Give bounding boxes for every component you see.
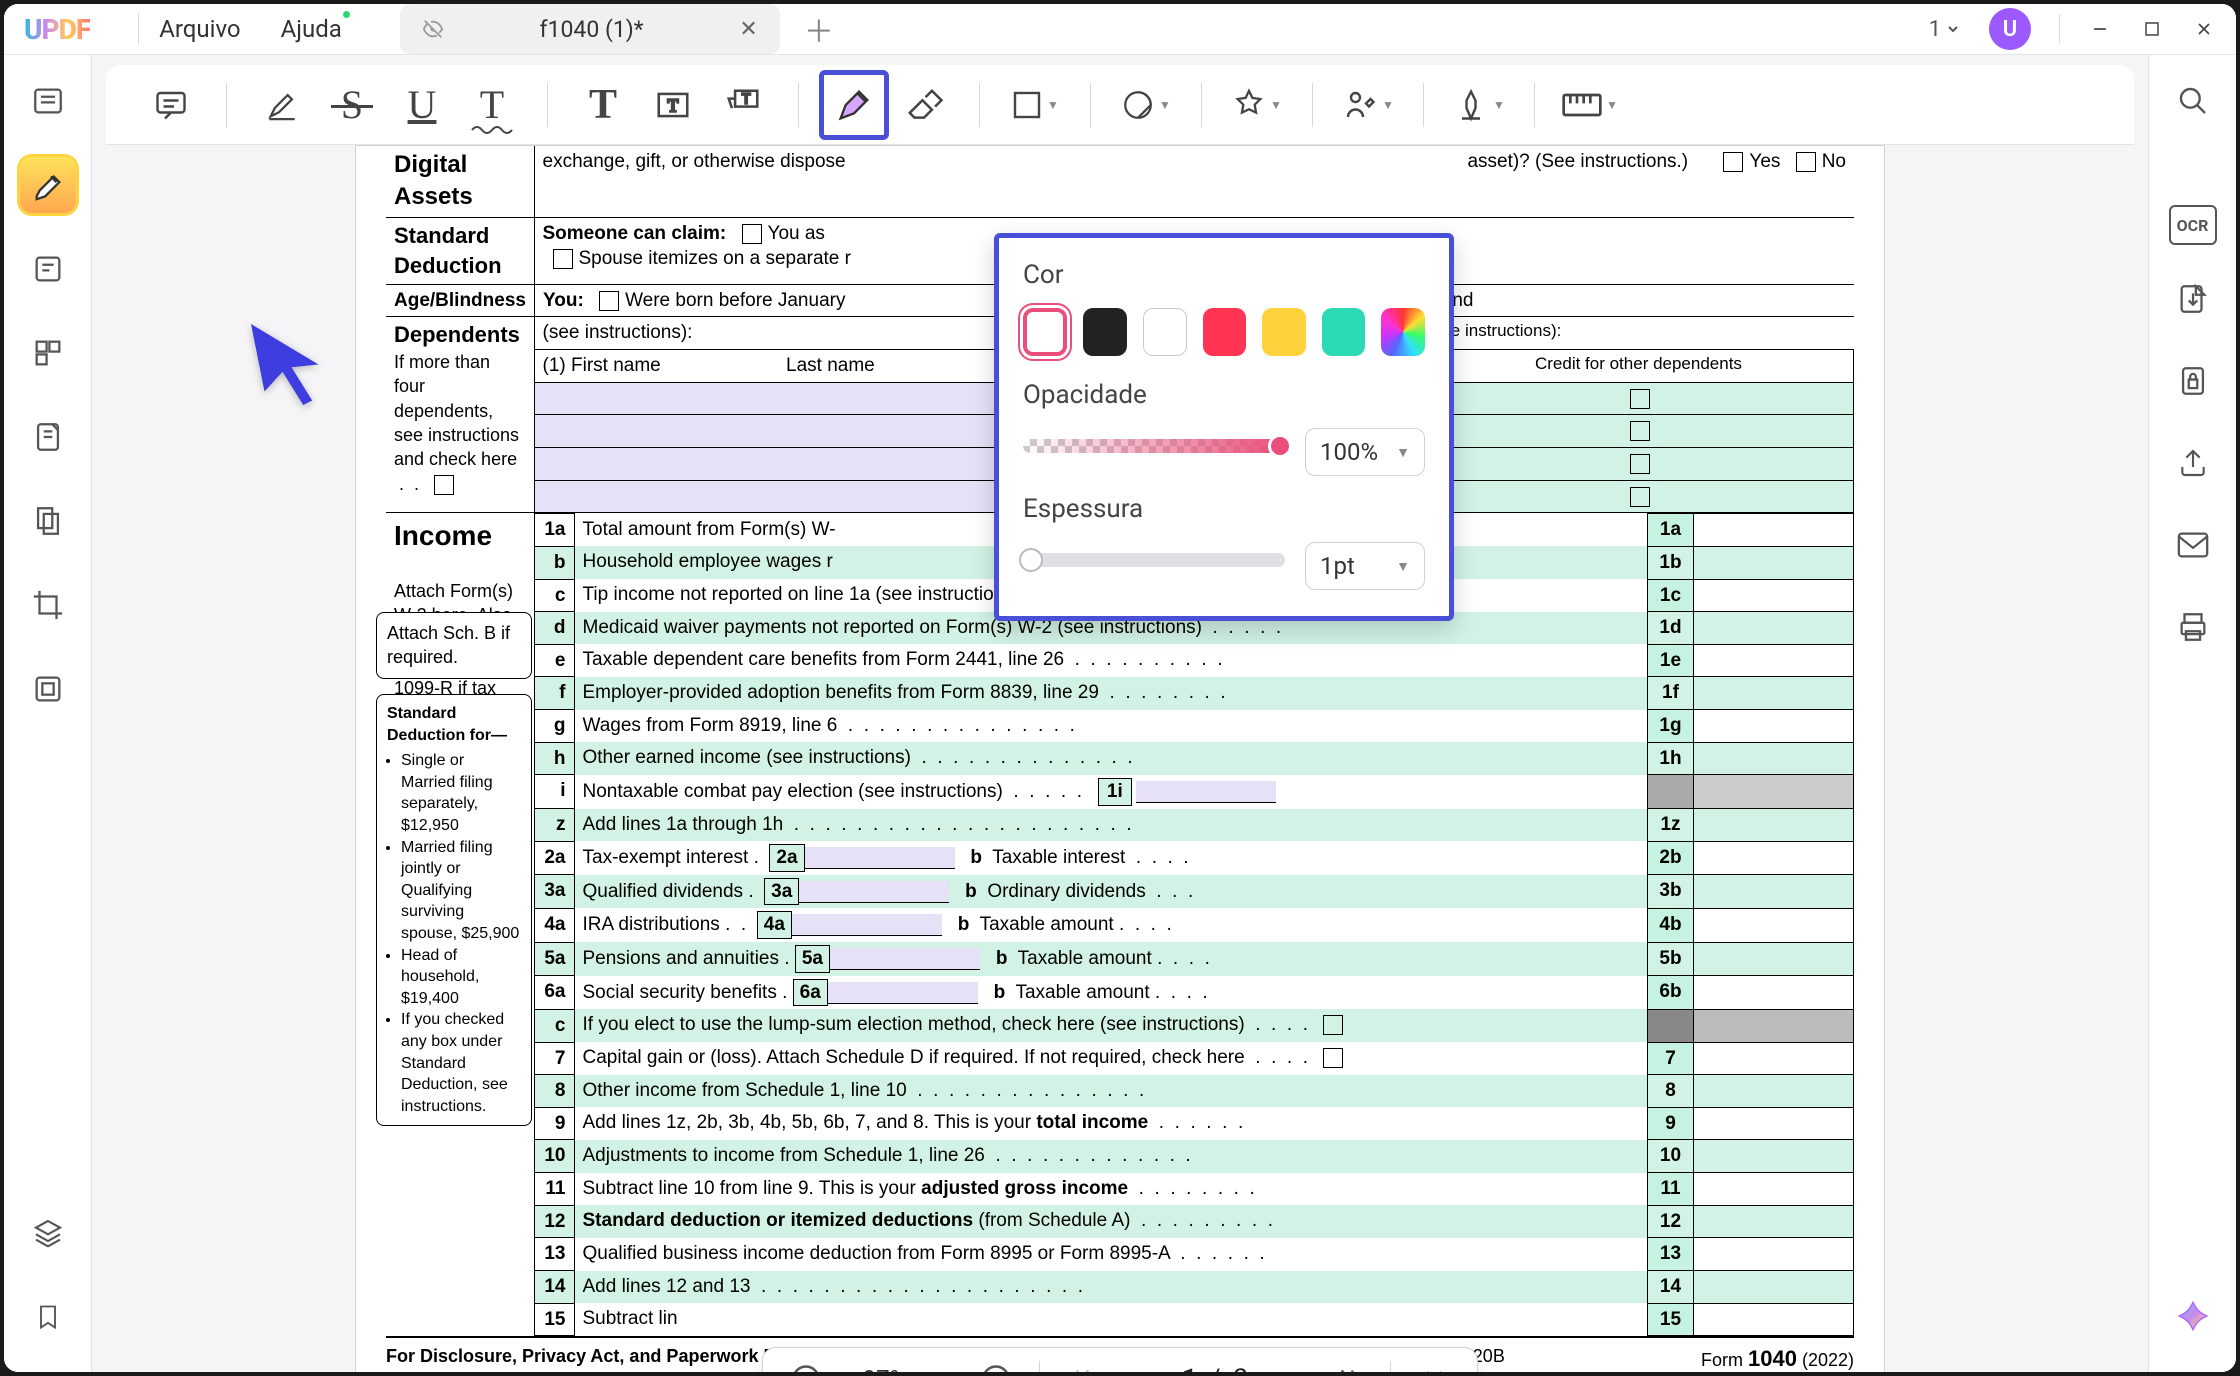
thickness-combo[interactable]: 1pt▼ bbox=[1305, 542, 1425, 590]
document-tab[interactable]: f1040 (1)* ✕ bbox=[400, 4, 780, 54]
menu-arquivo[interactable]: Arquivo bbox=[159, 15, 240, 43]
opacity-slider[interactable] bbox=[1023, 439, 1285, 453]
ai-icon[interactable] bbox=[2165, 1291, 2221, 1347]
organize-mode-icon[interactable] bbox=[20, 325, 76, 381]
highlight-tool[interactable] bbox=[247, 70, 317, 140]
bookmark-icon[interactable] bbox=[20, 1289, 76, 1345]
no-checkbox[interactable] bbox=[1796, 152, 1816, 172]
std-deduction-note: Standard Deduction for— Single or Marrie… bbox=[376, 694, 532, 1126]
title-bar: UPDF Arquivo Ajuda f1040 (1)* ✕ ＋ 1 U bbox=[4, 4, 2236, 55]
zoom-value: 97% bbox=[845, 1365, 925, 1372]
email-icon[interactable] bbox=[2165, 517, 2221, 573]
window-maximize[interactable] bbox=[2140, 17, 2164, 41]
color-swatch-white[interactable] bbox=[1143, 308, 1187, 356]
color-swatch-yellow[interactable] bbox=[1262, 308, 1306, 356]
last-page-button[interactable] bbox=[1326, 1358, 1368, 1372]
annotation-toolbar: S U T T T T ▼ ▼ ▼ ▼ ▼ bbox=[106, 65, 2134, 145]
app-logo: UPDF bbox=[24, 13, 90, 46]
color-label: Cor bbox=[1023, 260, 1425, 290]
rectangle-tool[interactable]: ▼ bbox=[1000, 70, 1070, 140]
eye-off-icon bbox=[422, 18, 444, 40]
ruler-tool[interactable]: ▼ bbox=[1555, 70, 1625, 140]
pencil-style-popover: Cor Opacidade 100%▼ Espess bbox=[994, 233, 1454, 621]
forms-mode-icon[interactable] bbox=[20, 409, 76, 465]
window-close[interactable] bbox=[2192, 17, 2216, 41]
zoom-bar: 97% 1 / 2 bbox=[762, 1347, 1478, 1372]
menu-ajuda[interactable]: Ajuda bbox=[281, 15, 342, 43]
text-tool[interactable]: T bbox=[568, 70, 638, 140]
share-icon[interactable] bbox=[2165, 435, 2221, 491]
left-rail bbox=[4, 55, 92, 1372]
stamp-tool[interactable]: ▼ bbox=[1222, 70, 1292, 140]
current-page: 1 bbox=[1182, 1364, 1197, 1372]
opacity-label: Opacidade bbox=[1023, 380, 1425, 410]
textbox-tool[interactable]: T bbox=[638, 70, 708, 140]
sticker-tool[interactable]: ▼ bbox=[1111, 70, 1181, 140]
reader-mode-icon[interactable] bbox=[20, 73, 76, 129]
assets-text: exchange, gift, or otherwise dispose bbox=[543, 151, 846, 172]
convert-icon[interactable] bbox=[2165, 271, 2221, 327]
ocr-icon[interactable]: OCR bbox=[2169, 205, 2217, 245]
thickness-label: Espessura bbox=[1023, 494, 1425, 524]
user-avatar[interactable]: U bbox=[1989, 8, 2031, 50]
edit-mode-icon[interactable] bbox=[20, 241, 76, 297]
zoom-in-button[interactable] bbox=[975, 1358, 1017, 1372]
chevron-down-icon bbox=[1945, 21, 1961, 37]
color-swatches bbox=[1023, 308, 1425, 356]
pencil-tool[interactable] bbox=[819, 70, 889, 140]
add-tab-button[interactable]: ＋ bbox=[804, 7, 834, 51]
layers-icon[interactable] bbox=[20, 1205, 76, 1261]
color-swatch-red[interactable] bbox=[1203, 308, 1247, 356]
compress-icon[interactable] bbox=[20, 661, 76, 717]
search-icon[interactable] bbox=[2165, 73, 2221, 129]
tab-title: f1040 (1)* bbox=[458, 16, 726, 43]
color-swatch-black[interactable] bbox=[1083, 308, 1127, 356]
window-minimize[interactable] bbox=[2088, 17, 2112, 41]
thickness-slider[interactable] bbox=[1023, 553, 1285, 567]
eraser-tool[interactable] bbox=[889, 70, 959, 140]
color-swatch-teal[interactable] bbox=[1322, 308, 1366, 356]
attach-schb-note: Attach Sch. B if required. bbox=[376, 612, 532, 679]
tab-close[interactable]: ✕ bbox=[739, 17, 757, 42]
page-tools-icon[interactable] bbox=[20, 493, 76, 549]
crop-icon[interactable] bbox=[20, 577, 76, 633]
you-as-checkbox[interactable] bbox=[742, 224, 762, 244]
first-page-button[interactable] bbox=[1062, 1358, 1104, 1372]
underline-tool[interactable]: U bbox=[387, 70, 457, 140]
color-swatch-custom[interactable] bbox=[1381, 308, 1425, 356]
page-count-indicator[interactable]: 1 bbox=[1929, 17, 1961, 42]
svg-text:T: T bbox=[668, 95, 679, 115]
svg-text:T: T bbox=[742, 91, 751, 107]
next-page-button[interactable] bbox=[1266, 1358, 1308, 1372]
strikethrough-tool[interactable]: S bbox=[317, 70, 387, 140]
prev-page-button[interactable] bbox=[1122, 1358, 1164, 1372]
print-icon[interactable] bbox=[2165, 599, 2221, 655]
sign-tool[interactable]: ▼ bbox=[1444, 70, 1514, 140]
total-pages: 2 bbox=[1233, 1364, 1248, 1372]
protect-icon[interactable] bbox=[2165, 353, 2221, 409]
comment-mode-icon[interactable] bbox=[20, 157, 76, 213]
opacity-combo[interactable]: 100%▼ bbox=[1305, 428, 1425, 476]
yes-checkbox[interactable] bbox=[1723, 152, 1743, 172]
comment-tool[interactable] bbox=[136, 70, 206, 140]
zoom-out-button[interactable] bbox=[785, 1358, 827, 1372]
right-rail: OCR bbox=[2148, 55, 2236, 1372]
color-swatch-pink[interactable] bbox=[1023, 308, 1067, 356]
close-zoombar-button[interactable] bbox=[1413, 1358, 1455, 1372]
callout-tool[interactable]: T bbox=[708, 70, 778, 140]
signature-tool[interactable]: ▼ bbox=[1333, 70, 1403, 140]
squiggly-tool[interactable]: T bbox=[457, 70, 527, 140]
